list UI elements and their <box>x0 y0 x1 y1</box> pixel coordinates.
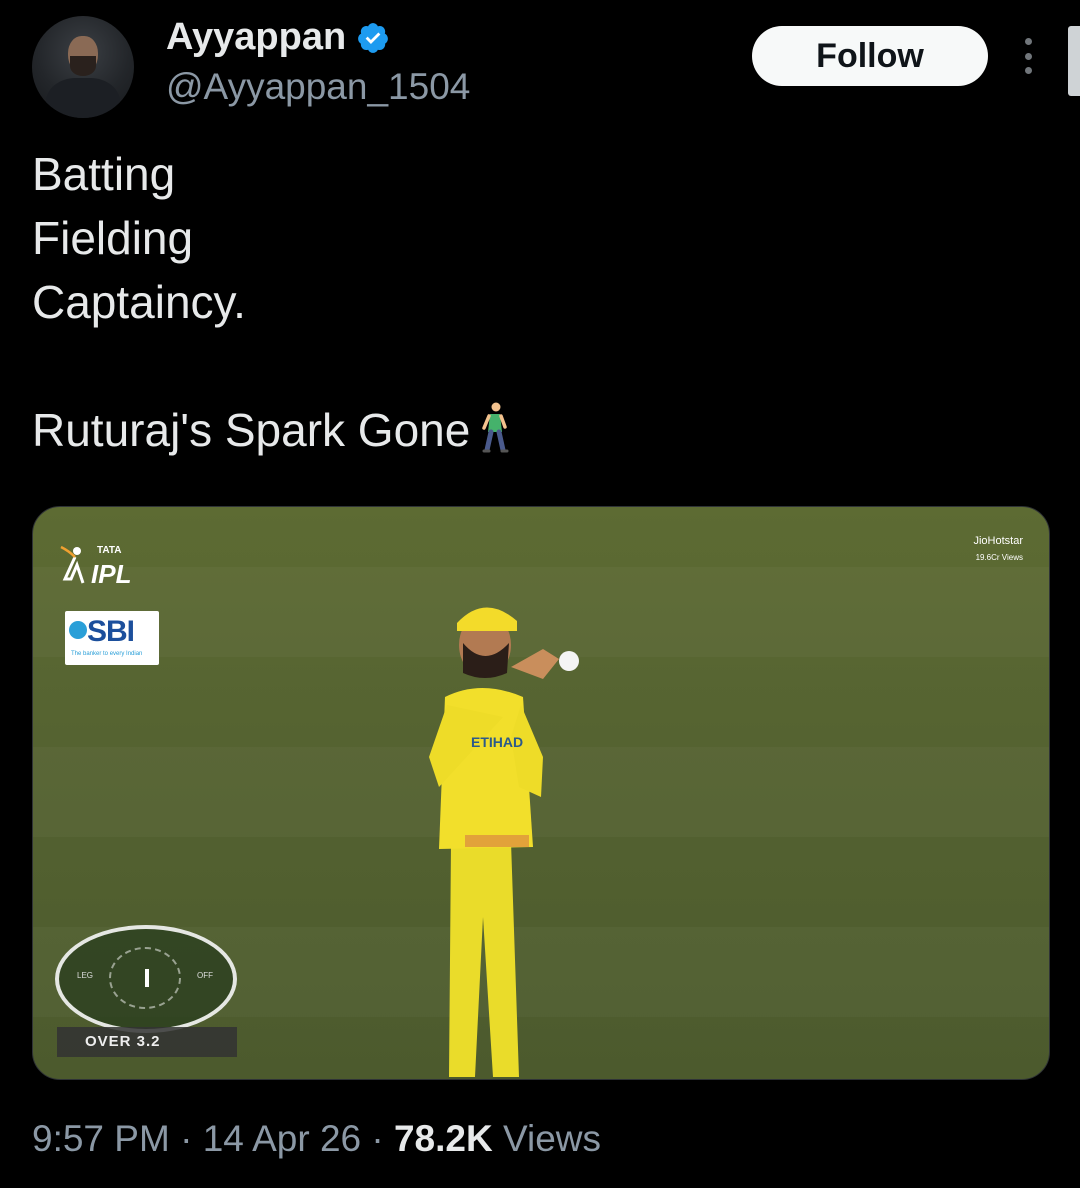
sbi-tagline: The banker to every Indian <box>71 651 143 657</box>
sbi-label: SBI <box>87 615 135 648</box>
tweet-line <box>32 334 1032 398</box>
broadcaster-watermark: JioHotstar 19.6Cr Views <box>973 535 1023 562</box>
sbi-mark-icon <box>69 621 87 639</box>
tweet-line: Captaincy. <box>32 276 246 328</box>
avatar[interactable] <box>32 16 134 118</box>
more-options-icon[interactable] <box>1016 38 1040 74</box>
pitch-marker <box>145 969 149 987</box>
tweet-text: Batting Fielding Captaincy. Ruturaj's Sp… <box>32 142 1032 462</box>
author-display-name[interactable]: Ayyappan <box>166 16 346 59</box>
views-label: Views <box>503 1118 602 1159</box>
tweet-meta: 9:57 PM · 14 Apr 26 · 78.2K Views <box>32 1118 601 1160</box>
tweet-line: Ruturaj's Spark Gone <box>32 404 471 456</box>
svg-text:ETIHAD: ETIHAD <box>471 734 523 750</box>
batsman-logo-icon <box>60 545 85 584</box>
sbi-sponsor-logo: SBI The banker to every Indian <box>65 611 159 665</box>
leg-side-label: LEG <box>77 971 94 980</box>
avatar-beard <box>70 56 96 76</box>
author-name-row[interactable]: Ayyappan <box>166 16 390 59</box>
fielding-position-map: LEG OFF <box>55 925 237 1033</box>
follow-button[interactable]: Follow <box>752 26 988 86</box>
tweet-line: Fielding <box>32 212 194 264</box>
cricket-player-figure: ETIHAD <box>429 607 579 1077</box>
tweet-date[interactable]: 14 Apr 26 <box>203 1118 361 1159</box>
tata-label: TATA <box>97 545 122 556</box>
verified-badge-icon <box>358 22 389 53</box>
tweet-header: Ayyappan @Ayyappan_1504 Follow <box>0 0 1080 130</box>
meta-separator: · <box>371 1118 384 1159</box>
person-walking-icon <box>482 402 509 453</box>
author-handle[interactable]: @Ayyappan_1504 <box>166 66 470 108</box>
off-side-label: OFF <box>197 971 213 980</box>
tweet-line: Batting <box>32 148 176 200</box>
tweet-line-with-emoji: Ruturaj's Spark Gone <box>32 398 1032 462</box>
views-count[interactable]: 78.2K <box>394 1118 493 1159</box>
broadcaster-views: 19.6Cr Views <box>975 553 1023 562</box>
avatar-body <box>46 78 120 118</box>
scroll-edge-handle <box>1068 26 1080 96</box>
tweet-time[interactable]: 9:57 PM <box>32 1118 170 1159</box>
ipl-label: IPL <box>91 559 132 589</box>
ipl-logo: TATA IPL <box>55 543 145 599</box>
tweet-media-image[interactable]: TATA IPL SBI The banker to every Indian … <box>32 506 1050 1080</box>
over-indicator: OVER 3.2 <box>57 1027 237 1057</box>
broadcaster-name: JioHotstar <box>973 535 1023 547</box>
meta-separator: · <box>180 1118 193 1159</box>
